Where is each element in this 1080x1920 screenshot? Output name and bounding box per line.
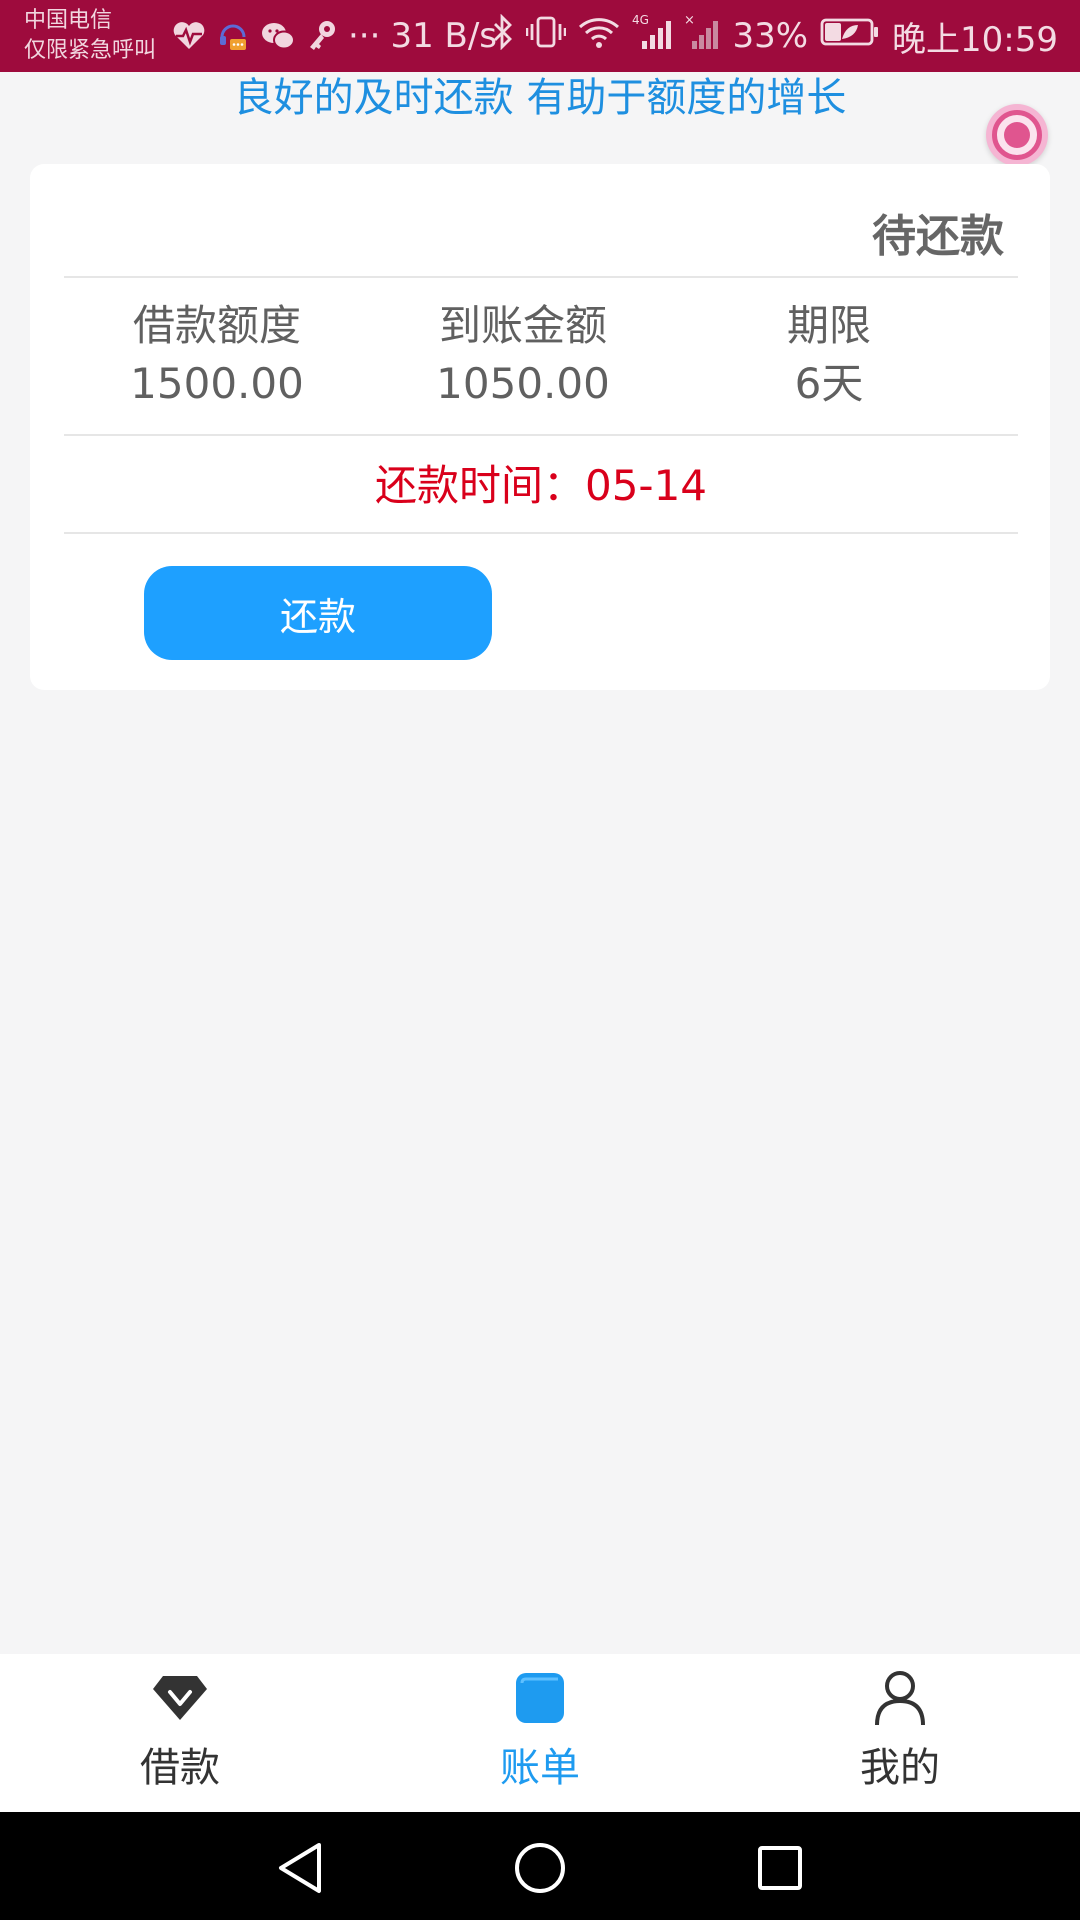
record-icon xyxy=(992,110,1042,160)
back-icon[interactable] xyxy=(270,1838,330,1898)
stat-label: 借款额度 xyxy=(132,301,301,350)
carrier-name: 中国电信 xyxy=(24,8,113,33)
repayment-tip-banner: 良好的及时还款 有助于额度的增长 xyxy=(233,75,847,121)
bluetooth-icon xyxy=(492,13,514,59)
tab-label: 我的 xyxy=(860,1745,940,1791)
tab-label: 借款 xyxy=(140,1745,220,1791)
heart-rate-icon xyxy=(172,21,206,51)
user-icon xyxy=(868,1666,932,1730)
key-icon xyxy=(306,19,338,53)
stat-label: 期限 xyxy=(786,301,871,350)
network-type-label: 4G xyxy=(632,13,649,27)
floating-record-button[interactable] xyxy=(986,104,1048,166)
tab-bill[interactable]: 账单 xyxy=(360,1654,720,1812)
stat-received-amount: 到账金额 1050.00 xyxy=(370,276,676,432)
loan-status-label: 待还款 xyxy=(872,211,1004,262)
status-bar: 中国电信 仅限紧急呼叫 ··· 31 B/s 4G × 33% 晚上10:59 xyxy=(0,0,1080,72)
stat-value: 1500.00 xyxy=(130,359,304,408)
system-nav-bar xyxy=(0,1812,1080,1920)
wifi-icon xyxy=(578,15,620,58)
loan-stats: 借款额度 1500.00 到账金额 1050.00 期限 6天 xyxy=(64,276,1018,432)
carrier-info: 中国电信 仅限紧急呼叫 xyxy=(24,6,156,66)
tab-loan[interactable]: 借款 xyxy=(0,1654,360,1812)
notification-icons: ··· 31 B/s xyxy=(172,0,497,72)
svg-text:×: × xyxy=(684,13,695,28)
due-label: 还款时间： xyxy=(374,461,585,510)
repay-button[interactable]: 还款 xyxy=(144,566,492,660)
carrier-emergency-only: 仅限紧急呼叫 xyxy=(24,38,157,63)
stat-term: 期限 6天 xyxy=(676,276,982,432)
signal-4g-icon: 4G xyxy=(632,13,672,60)
more-notifications: ··· xyxy=(348,16,381,56)
bottom-tab-bar: 借款 账单 我的 xyxy=(0,1654,1080,1812)
tab-label: 账单 xyxy=(500,1745,580,1791)
vibrate-icon xyxy=(526,14,567,59)
divider xyxy=(64,532,1018,534)
diamond-icon xyxy=(148,1666,212,1730)
network-speed: 31 B/s xyxy=(390,16,498,56)
repayment-date: 还款时间：05-14 xyxy=(64,440,1018,532)
home-icon[interactable] xyxy=(510,1838,570,1898)
loan-card: 待还款 借款额度 1500.00 到账金额 1050.00 期限 6天 还款时间… xyxy=(30,164,1050,690)
clock: 晚上10:59 xyxy=(892,19,1058,60)
tab-mine[interactable]: 我的 xyxy=(720,1654,1080,1812)
battery-percent: 33% xyxy=(732,16,809,56)
stat-value: 1050.00 xyxy=(436,359,610,408)
system-indicators: 4G × 33% 晚上10:59 xyxy=(492,0,1058,72)
stat-value: 6天 xyxy=(794,359,864,408)
recents-icon[interactable] xyxy=(750,1838,810,1898)
battery-icon xyxy=(820,16,880,56)
stat-loan-limit: 借款额度 1500.00 xyxy=(64,276,370,432)
stat-label: 到账金额 xyxy=(438,301,607,350)
no-signal-icon: × xyxy=(684,13,720,60)
headset-message-icon xyxy=(216,19,250,53)
due-date: 05-14 xyxy=(584,461,708,510)
wechat-icon xyxy=(260,21,296,51)
divider xyxy=(64,434,1018,436)
bill-icon xyxy=(508,1666,572,1730)
